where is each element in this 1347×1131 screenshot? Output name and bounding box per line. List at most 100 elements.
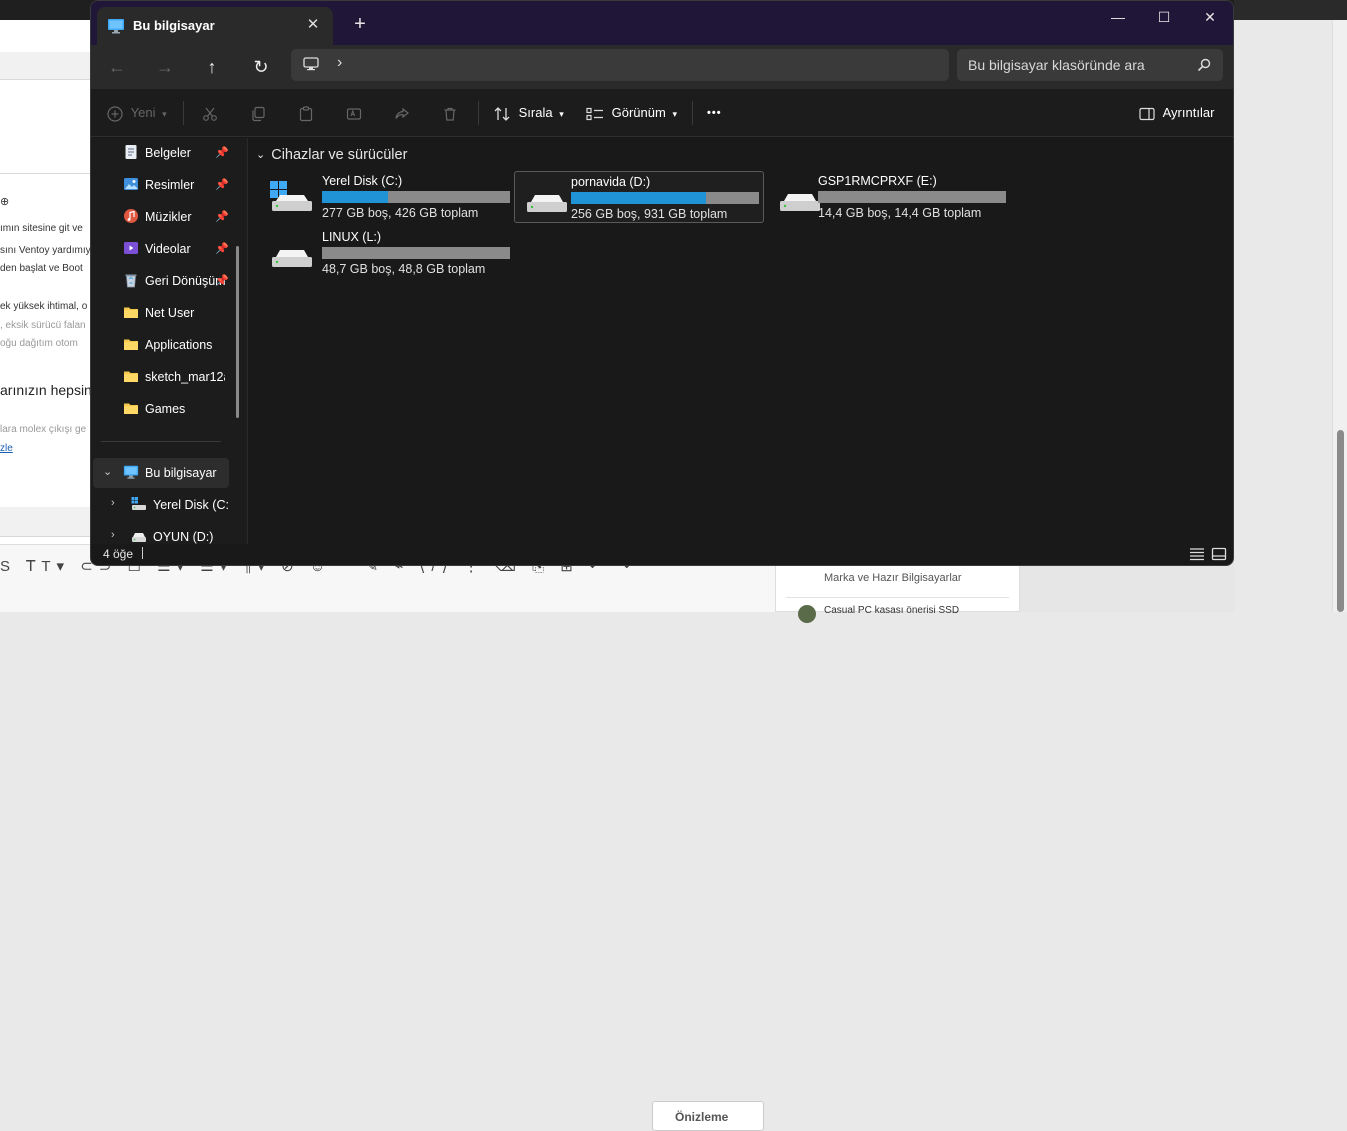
command-bar: Yeni ▾ Sırala ▾ Görünüm [91,89,1233,137]
drive-info: 256 GB boş, 931 GB toplam [571,207,727,221]
minimize-button[interactable]: — [1095,5,1141,29]
background-line: , eksik sürücü falan [0,320,90,331]
status-separator [142,547,143,559]
drive-item-e[interactable]: GSP1RMCPRXF (E:) 14,4 GB boş, 14,4 GB to… [768,171,1018,223]
new-label: Yeni [131,105,156,120]
details-pane-button[interactable]: Ayrıntılar [1139,101,1214,125]
sidebar-item-muzikler[interactable]: Müzikler 📌 [93,202,229,232]
expand-chevron-icon[interactable]: › [111,497,115,509]
forward-button[interactable]: → [151,53,179,81]
sidebar-scrollbar[interactable] [236,246,239,418]
drive-icon [778,181,822,213]
file-explorer-window: Bu bilgisayar ✕ + — ☐ ✕ ← → ↑ ↻ › [90,0,1234,566]
sidebar-divider [101,441,221,442]
up-button[interactable]: ↑ [198,53,226,81]
drive-name: pornavida (D:) [571,175,650,189]
trash-icon [442,106,458,122]
collapse-chevron-icon[interactable]: ⌄ [256,148,265,161]
drive-usage-fill [571,192,706,204]
details-label: Ayrıntılar [1163,105,1215,120]
back-button[interactable]: ← [103,53,131,81]
sidebar-item-this-pc[interactable]: ⌄ Bu bilgisayar [93,458,229,488]
share-button[interactable] [394,101,410,125]
pin-icon[interactable]: 📌 [215,242,229,255]
background-scrollbar[interactable] [1332,20,1347,612]
close-window-button[interactable]: ✕ [1187,5,1233,29]
rename-button[interactable] [346,101,362,125]
details-view-icon[interactable] [1189,547,1205,561]
tab-this-pc[interactable]: Bu bilgisayar ✕ [97,7,333,45]
sort-label: Sırala [519,105,553,120]
sidebar-item-resimler[interactable]: Resimler 📌 [93,170,229,200]
sidebar-item-drive-c[interactable]: › Yerel Disk (C:) [93,490,229,520]
new-tab-button[interactable]: + [349,14,371,36]
maximize-button[interactable]: ☐ [1141,5,1187,29]
sidebar-item-videolar[interactable]: Videolar 📌 [93,234,229,264]
pin-icon[interactable]: 📌 [215,178,229,191]
sidebar-item-label: Geri Dönüşüm [145,274,225,288]
sort-chevron-icon: ▾ [559,109,564,119]
background-link[interactable]: zle [0,443,90,454]
tiles-view-icon[interactable] [1211,547,1227,561]
windows-drive-icon [131,496,147,512]
background-preview-button[interactable]: Önizleme [652,1101,764,1131]
tab-close-icon[interactable]: ✕ [303,15,323,35]
pin-icon[interactable]: 📌 [215,210,229,223]
sidebar-item-net-user[interactable]: Net User [93,298,229,328]
status-bar: 4 öğe [91,544,1233,566]
title-bar: Bu bilgisayar ✕ + — ☐ ✕ [91,1,1233,45]
drive-item-c[interactable]: Yerel Disk (C:) 277 GB boş, 426 GB topla… [260,171,510,223]
refresh-button[interactable]: ↻ [247,53,275,81]
sort-button[interactable]: Sırala ▾ [493,101,564,125]
background-arrow-up-icon: ⊕ [0,195,90,208]
background-scrollbar-thumb[interactable] [1337,430,1344,612]
sidebar-item-applications[interactable]: Applications [93,330,229,360]
drive-info: 48,7 GB boş, 48,8 GB toplam [322,262,485,276]
delete-button[interactable] [442,101,458,125]
search-box[interactable] [957,49,1223,81]
music-icon [123,208,139,224]
folder-icon [123,304,139,320]
sidebar-item-games[interactable]: Games [93,394,229,424]
cut-button[interactable] [202,101,218,125]
cut-icon [202,106,218,122]
background-line: ek yüksek ihtimal, o [0,301,90,312]
sidebar-item-sketch[interactable]: sketch_mar12a [93,362,229,392]
background-note: lara molex çıkışı ge [0,424,90,435]
group-title: Cihazlar ve sürücüler [271,147,407,163]
background-band [0,98,90,174]
background-line: ımın sitesine git ve [0,223,90,234]
file-list: ⌄ Cihazlar ve sürücüler Yerel Disk (C:) 2… [248,138,1233,544]
drive-info: 277 GB boş, 426 GB toplam [322,206,478,220]
drive-item-d[interactable]: pornavida (D:) 256 GB boş, 931 GB toplam [514,171,764,223]
more-options-button[interactable]: ••• [707,101,722,125]
drive-usage-fill [322,191,388,203]
pin-icon[interactable]: 📌 [215,274,229,287]
drive-usage-bar [571,192,759,204]
new-button[interactable]: Yeni ▾ [107,101,167,125]
paste-button[interactable] [298,101,314,125]
expand-chevron-icon[interactable]: › [111,529,115,541]
background-thread: Casual PC kasası önerisi SSD [824,605,959,616]
background-line: oğu dağıtım otom [0,338,90,349]
drive-item-l[interactable]: LINUX (L:) 48,7 GB boş, 48,8 GB toplam [260,227,510,279]
sidebar-item-belgeler[interactable]: Belgeler 📌 [93,138,229,168]
folder-icon [123,336,139,352]
sidebar-item-geri-donusum[interactable]: Geri Dönüşüm 📌 [93,266,229,296]
group-header[interactable]: ⌄ Cihazlar ve sürücüler [256,147,407,163]
address-bar[interactable]: › [291,49,949,81]
breadcrumb-chevron-icon[interactable]: › [337,54,342,72]
sidebar-item-label: Applications [145,338,225,352]
expand-chevron-icon[interactable]: ⌄ [103,465,112,478]
pin-icon[interactable]: 📌 [215,146,229,159]
sidebar-item-label: Belgeler [145,146,225,160]
search-input[interactable] [957,49,1187,81]
sidebar-item-label: Müzikler [145,210,225,224]
copy-button[interactable] [250,101,266,125]
view-label: Görünüm [612,105,666,120]
navigation-pane: Belgeler 📌 Resimler 📌 Müzikler 📌 Videola… [91,138,247,544]
drive-icon [270,237,314,269]
windows-drive-icon [270,181,314,213]
view-button[interactable]: Görünüm ▾ [586,101,677,125]
drive-usage-bar [818,191,1006,203]
